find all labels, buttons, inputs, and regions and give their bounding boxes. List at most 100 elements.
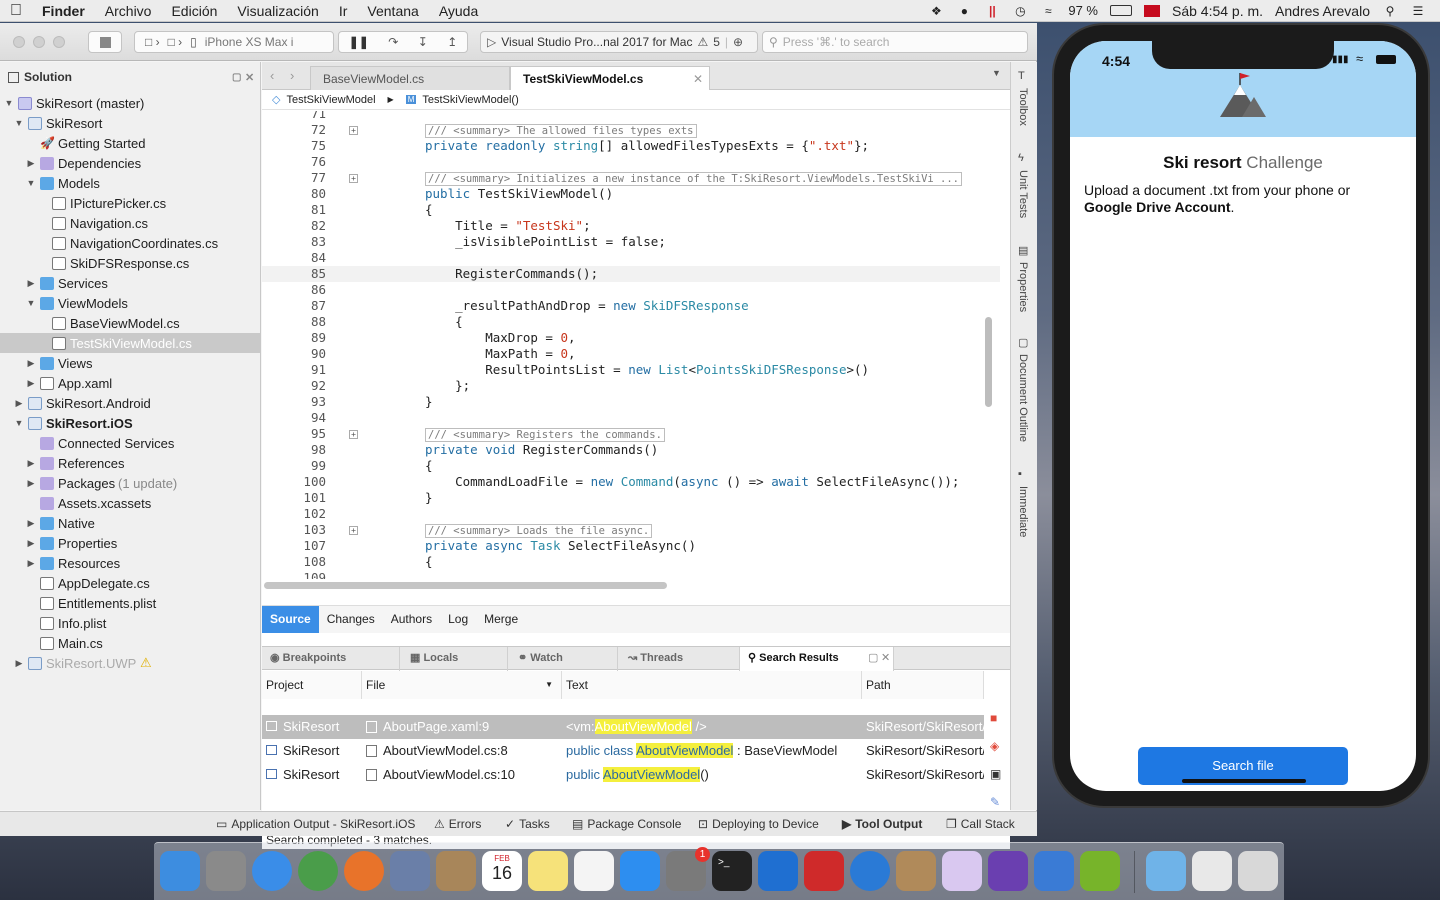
user-name[interactable]: Andres Arevalo — [1275, 3, 1370, 19]
warning-count[interactable]: 5 — [713, 35, 720, 49]
reminders-icon[interactable] — [574, 851, 614, 891]
tree-item[interactable]: ▶ App.xaml — [0, 373, 260, 393]
dropbox-icon[interactable]: ❖ — [928, 4, 944, 18]
tree-item[interactable]: SkiDFSResponse.cs — [0, 253, 260, 273]
fold-icon[interactable]: + — [349, 526, 358, 535]
step-out-icon[interactable]: ↥ — [447, 35, 457, 49]
tab-testskiviewmodel[interactable]: TestSkiViewModel.cs ✕ — [510, 66, 710, 90]
tab-baseviewmodel[interactable]: BaseViewModel.cs — [310, 66, 510, 90]
tab-close-icon[interactable]: ✕ — [693, 67, 703, 91]
battery-percent[interactable]: 97 % — [1068, 3, 1098, 18]
disclosure-closed-icon[interactable]: ▶ — [26, 278, 36, 289]
column-header-path[interactable]: Path — [862, 671, 984, 699]
vcs-tab-merge[interactable]: Merge — [476, 606, 526, 633]
disclosure-open-icon[interactable]: ▼ — [4, 98, 14, 108]
firefox-icon[interactable] — [344, 851, 384, 891]
stop-search-icon[interactable]: ■ — [990, 711, 997, 725]
disclosure-closed-icon[interactable]: ▶ — [26, 378, 36, 389]
tree-item[interactable]: Main.cs — [0, 633, 260, 653]
menu-ventana[interactable]: Ventana — [357, 3, 428, 19]
status-item-call-stack[interactable]: ❐ Call Stack — [946, 812, 1015, 836]
tab-breakpoints[interactable]: ◉ Breakpoints — [262, 647, 400, 671]
menu-archivo[interactable]: Archivo — [95, 3, 162, 19]
vcs-tab-log[interactable]: Log — [440, 606, 476, 633]
menu-app-finder[interactable]: Finder — [32, 3, 95, 19]
breadcrumb-class[interactable]: TestSkiViewModel — [286, 94, 375, 106]
vcs-tab-source[interactable]: Source — [262, 606, 319, 633]
menu-edicion[interactable]: Edición — [161, 3, 227, 19]
search-box[interactable]: ⚲ Press '⌘.' to search — [762, 31, 1028, 53]
visual-studio-icon[interactable] — [988, 851, 1028, 891]
tree-item[interactable]: ▶ Services — [0, 273, 260, 293]
tree-item[interactable]: ▼ SkiResort.iOS — [0, 413, 260, 433]
disclosure-closed-icon[interactable]: ▶ — [26, 458, 36, 469]
tree-item[interactable]: ▶ Resources — [0, 553, 260, 573]
preview-icon[interactable] — [390, 851, 430, 891]
status-item-tool-output[interactable]: ▶ Tool Output — [842, 812, 922, 836]
tree-item[interactable]: Navigation.cs — [0, 213, 260, 233]
contacts-icon[interactable] — [436, 851, 476, 891]
clear-results-icon[interactable]: ◈ — [990, 739, 999, 753]
collapsed-comment[interactable]: /// <summary> Registers the commands. — [425, 428, 665, 442]
disclosure-open-icon[interactable]: ▼ — [14, 418, 24, 428]
column-header-project[interactable]: Project — [262, 671, 362, 699]
nav-back-icon[interactable]: ‹ — [270, 68, 274, 83]
menu-visualizacion[interactable]: Visualización — [227, 3, 328, 19]
time-machine-icon[interactable]: ◷ — [1012, 4, 1028, 18]
disclosure-closed-icon[interactable]: ▶ — [26, 558, 36, 569]
system-preferences-icon[interactable]: 1 — [666, 847, 710, 891]
editor-hscrollbar[interactable] — [264, 582, 667, 589]
player-icon[interactable] — [1080, 851, 1120, 891]
chrome-icon[interactable] — [298, 851, 338, 891]
windows-icon[interactable] — [850, 851, 890, 891]
disclosure-open-icon[interactable]: ▼ — [14, 118, 24, 128]
step-into-icon[interactable]: ↧ — [418, 35, 428, 49]
collapsed-comment[interactable]: /// <summary> Initializes a new instance… — [425, 172, 963, 186]
step-over-icon[interactable]: ↷ — [388, 35, 398, 49]
minimize-window-button[interactable] — [33, 36, 45, 48]
nav-forward-icon[interactable]: › — [290, 68, 294, 83]
stop-button[interactable] — [88, 31, 122, 53]
pad-close-icon[interactable]: ✕ — [245, 71, 254, 84]
wifi-icon[interactable]: ≈ — [1040, 4, 1056, 18]
clock[interactable]: Sáb 4:54 p. m. — [1172, 3, 1263, 19]
tree-item[interactable]: ▶ SkiResort.UWP ⚠ — [0, 653, 260, 673]
terminal-icon[interactable]: ▣ — [990, 767, 1001, 781]
spy-app-icon[interactable] — [896, 851, 936, 891]
tree-item[interactable]: ▶ References — [0, 453, 260, 473]
trash-icon[interactable] — [1238, 851, 1278, 891]
vcs-tab-changes[interactable]: Changes — [319, 606, 383, 633]
tree-item[interactable]: ▼ SkiResort — [0, 113, 260, 133]
tree-item[interactable]: IPicturePicker.cs — [0, 193, 260, 213]
documents-icon[interactable] — [1192, 851, 1232, 891]
spotlight-icon[interactable]: ⚲ — [1382, 4, 1398, 18]
status-item-deploying-to-device[interactable]: ⊡ Deploying to Device — [698, 812, 819, 836]
safari-icon[interactable] — [252, 851, 292, 891]
disclosure-closed-icon[interactable]: ▶ — [14, 398, 24, 409]
warning-icon[interactable]: ⚠ — [697, 35, 708, 49]
tab-overflow-icon[interactable]: ▼ — [992, 68, 1001, 78]
menu-ir[interactable]: Ir — [329, 3, 358, 19]
battery-icon[interactable] — [1109, 5, 1132, 16]
pad-tab-dock-icon[interactable]: ▢ — [868, 647, 878, 669]
status-item-tasks[interactable]: ✓ Tasks — [505, 812, 550, 836]
fold-icon[interactable]: + — [349, 174, 358, 183]
xcode-icon[interactable] — [1034, 851, 1074, 891]
folder-icon[interactable] — [1146, 851, 1186, 891]
maps-icon[interactable] — [758, 851, 798, 891]
notes-icon[interactable] — [528, 851, 568, 891]
tree-item[interactable]: ▼ Models — [0, 173, 260, 193]
fold-icon[interactable]: + — [349, 126, 358, 135]
vcs-tab-authors[interactable]: Authors — [383, 606, 440, 633]
disclosure-closed-icon[interactable]: ▶ — [26, 538, 36, 549]
column-header-file[interactable]: File ▼ — [362, 671, 562, 699]
tree-item[interactable]: Connected Services — [0, 433, 260, 453]
spy-icon[interactable]: ● — [956, 4, 972, 18]
theme-icon[interactable] — [942, 851, 982, 891]
disclosure-closed-icon[interactable]: ▶ — [26, 358, 36, 369]
column-header-text[interactable]: Text — [562, 671, 862, 699]
disclosure-closed-icon[interactable]: ▶ — [26, 478, 36, 489]
tree-item[interactable]: Assets.xcassets — [0, 493, 260, 513]
editor-vscrollbar[interactable] — [985, 317, 992, 407]
status-item-errors[interactable]: ⚠ Errors — [434, 812, 481, 836]
